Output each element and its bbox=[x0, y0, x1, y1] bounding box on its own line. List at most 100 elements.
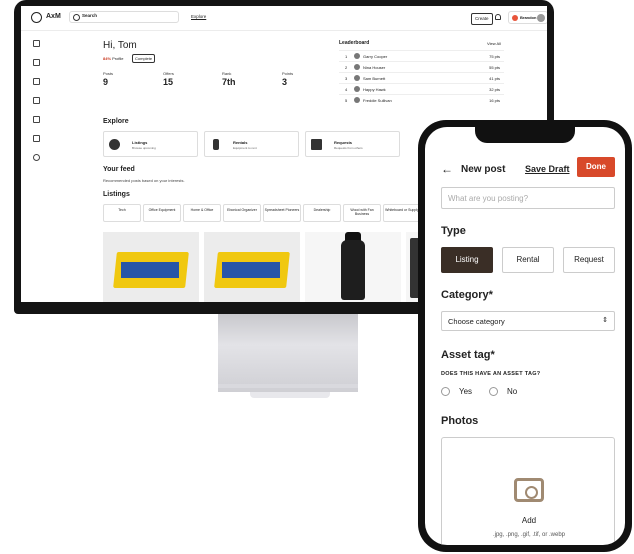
card-desc: Browse upcoming bbox=[132, 146, 156, 150]
score: 41 pts bbox=[489, 76, 500, 81]
top-bar: AxM Search Explore Create Brandon bbox=[21, 6, 547, 31]
score: 75 pts bbox=[489, 54, 500, 59]
back-arrow-icon[interactable]: ← bbox=[441, 163, 453, 175]
stat-rank: Rank 7th bbox=[222, 71, 236, 87]
save-draft-button[interactable]: Save Draft bbox=[525, 164, 570, 174]
avatar bbox=[354, 75, 360, 81]
rank: 4 bbox=[345, 87, 348, 92]
search-placeholder: Search bbox=[82, 13, 98, 18]
leaderboard-row[interactable]: 1 Garry Cooper 75 pts bbox=[339, 50, 504, 61]
leaderboard-row[interactable]: 4 Happy Hawk 32 pts bbox=[339, 83, 504, 94]
type-listing-button[interactable]: Listing bbox=[441, 247, 493, 273]
search-icon bbox=[73, 14, 80, 21]
product-label bbox=[222, 262, 280, 278]
stat-points: Points 3 bbox=[282, 71, 293, 87]
user-name: Brandon bbox=[520, 15, 537, 20]
product-card-gloves[interactable] bbox=[204, 232, 300, 302]
feed-subtitle: Recommended posts based on your interest… bbox=[103, 178, 185, 183]
chat-icon[interactable] bbox=[33, 59, 40, 66]
file-formats: .jpg, .png, .gif, .tif, or .webp bbox=[492, 532, 566, 538]
stand-divider bbox=[218, 384, 358, 388]
avatar bbox=[537, 14, 545, 22]
stat-label: Rank bbox=[222, 71, 232, 76]
post-title-input[interactable]: What are you posting? bbox=[441, 187, 615, 209]
inbox-icon[interactable] bbox=[33, 135, 40, 142]
category-chip[interactable]: Dealership bbox=[303, 204, 341, 222]
category-placeholder: Choose category bbox=[448, 317, 505, 326]
leaderboard-row[interactable]: 3 Sam Burnett 41 pts bbox=[339, 72, 504, 83]
photos-heading: Photos bbox=[441, 415, 479, 427]
category-chip[interactable]: Home & Office bbox=[183, 204, 221, 222]
clipboard-icon[interactable] bbox=[33, 78, 40, 85]
category-chip[interactable]: Ebonical Organizer bbox=[223, 204, 261, 222]
complete-profile-button[interactable]: Complete bbox=[132, 54, 156, 63]
asset-no-radio[interactable] bbox=[489, 387, 498, 396]
category-chip[interactable]: Wood with Fan Business bbox=[343, 204, 381, 222]
stat-posts: Posts 9 bbox=[103, 71, 113, 87]
page-title: Hi, Tom bbox=[103, 40, 137, 51]
user-badge-icon bbox=[512, 15, 518, 21]
search-input[interactable]: Search bbox=[69, 11, 179, 23]
product-image bbox=[341, 240, 365, 300]
stat-value: 9 bbox=[103, 77, 109, 87]
camera-lens bbox=[525, 486, 538, 499]
building-icon[interactable] bbox=[33, 97, 40, 104]
help-icon[interactable] bbox=[33, 154, 40, 161]
phone-notch bbox=[475, 127, 575, 143]
category-chip[interactable]: Whiteboard or Supply bbox=[383, 204, 421, 222]
screen-title: New post bbox=[461, 164, 506, 175]
stat-value: 15 bbox=[163, 77, 174, 87]
leaderboard-row[interactable]: 5 Freddie Sullivan 16 pts bbox=[339, 94, 504, 105]
category-chip[interactable]: Tech bbox=[103, 204, 141, 222]
product-card-gloves[interactable] bbox=[103, 232, 199, 302]
explore-card-requests[interactable]: Requests Requests from others bbox=[305, 131, 400, 157]
photo-upload-area[interactable]: Add .jpg, .png, .gif, .tif, or .webp bbox=[441, 437, 615, 545]
explore-card-listings[interactable]: Listings Browse upcoming bbox=[103, 131, 198, 157]
phone-screen: ← New post Save Draft Done What are you … bbox=[425, 127, 625, 545]
card-title: Listings bbox=[132, 140, 148, 145]
home-icon[interactable] bbox=[33, 40, 40, 47]
player-name: Nina Houser bbox=[363, 65, 386, 70]
type-heading: Type bbox=[441, 225, 466, 237]
logo-icon[interactable] bbox=[31, 12, 42, 23]
leaderboard-view-all-link[interactable]: View All bbox=[487, 41, 501, 46]
monitor-stand bbox=[218, 314, 358, 392]
user-menu[interactable]: Brandon bbox=[508, 11, 547, 24]
stat-label: Offers bbox=[163, 71, 174, 76]
create-button[interactable]: Create bbox=[471, 13, 493, 25]
stat-label: Posts bbox=[103, 71, 114, 76]
key-icon bbox=[213, 139, 219, 150]
stat-value: 7th bbox=[222, 77, 236, 87]
monitor-foot bbox=[250, 392, 330, 398]
category-chip[interactable]: Office Equipment bbox=[143, 204, 181, 222]
product-card-bottle[interactable] bbox=[305, 232, 401, 302]
rank: 2 bbox=[345, 65, 348, 70]
chart-icon[interactable] bbox=[33, 116, 40, 123]
type-rental-button[interactable]: Rental bbox=[502, 247, 554, 273]
rank: 3 bbox=[345, 76, 348, 81]
nav-explore-link[interactable]: Explore bbox=[191, 14, 206, 19]
avatar bbox=[354, 53, 360, 59]
leaderboard-row[interactable]: 2 Nina Houser 55 pts bbox=[339, 61, 504, 72]
category-heading: Category* bbox=[441, 289, 493, 301]
category-chip[interactable]: Spreadsheet Pioneers bbox=[263, 204, 301, 222]
type-request-button[interactable]: Request bbox=[563, 247, 615, 273]
profile-label: Profile bbox=[112, 56, 124, 61]
player-name: Freddie Sullivan bbox=[363, 98, 392, 103]
leaderboard-table: 1 Garry Cooper 75 pts 2 Nina Houser 55 p… bbox=[339, 50, 504, 105]
card-title: Rentals bbox=[233, 140, 248, 145]
rank: 5 bbox=[345, 98, 348, 103]
score: 32 pts bbox=[489, 87, 500, 92]
asset-yes-radio[interactable] bbox=[441, 387, 450, 396]
star-icon bbox=[311, 139, 322, 150]
card-desc: Requests from others bbox=[334, 146, 363, 150]
category-select[interactable]: Choose category ⇕ bbox=[441, 311, 615, 331]
bell-icon[interactable] bbox=[495, 14, 501, 20]
stat-offers: Offers 15 bbox=[163, 71, 174, 87]
asset-tag-question: DOES THIS HAVE AN ASSET TAG? bbox=[441, 371, 541, 377]
profile-percent: 84% bbox=[103, 56, 112, 61]
avatar bbox=[354, 97, 360, 103]
add-photo-label: Add bbox=[521, 516, 537, 525]
explore-card-rentals[interactable]: Rentals Equipment to rent bbox=[204, 131, 299, 157]
done-button[interactable]: Done bbox=[577, 157, 615, 177]
